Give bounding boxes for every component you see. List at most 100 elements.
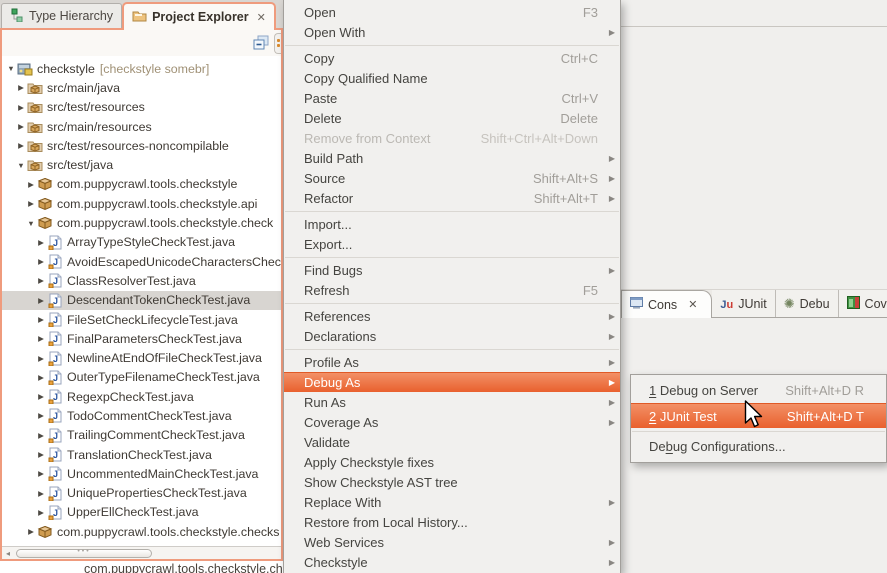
collapsed-arrow-icon[interactable]: ▶ xyxy=(35,469,47,478)
tree-row[interactable]: ▶JUniquePropertiesCheckTest.java xyxy=(2,484,281,503)
menu-item-label: Restore from Local History... xyxy=(304,515,468,530)
tree-row[interactable]: ▶JFinalParametersCheckTest.java xyxy=(2,329,281,348)
tree-row[interactable]: ▶src/main/resources xyxy=(2,117,281,136)
collapsed-arrow-icon[interactable]: ▶ xyxy=(15,122,27,131)
collapsed-arrow-icon[interactable]: ▶ xyxy=(35,373,47,382)
bottom-tab-debu[interactable]: ✺Debu xyxy=(776,290,839,317)
menu-item-refactor[interactable]: RefactorShift+Alt+T▶ xyxy=(284,188,620,208)
menu-item-paste[interactable]: PasteCtrl+V xyxy=(284,88,620,108)
collapsed-arrow-icon[interactable]: ▶ xyxy=(35,489,47,498)
menu-item-checkstyle[interactable]: Checkstyle▶ xyxy=(284,552,620,572)
collapsed-arrow-icon[interactable]: ▶ xyxy=(35,257,47,266)
tree-row[interactable]: ▼src/test/java xyxy=(2,155,281,174)
menu-item-profile-as[interactable]: Profile As▶ xyxy=(284,352,620,372)
menu-item-source[interactable]: SourceShift+Alt+S▶ xyxy=(284,168,620,188)
tree-row[interactable]: ▶JUpperEllCheckTest.java xyxy=(2,503,281,522)
tree-row[interactable]: ▶com.puppycrawl.tools.checkstyle.api xyxy=(2,194,281,213)
collapsed-arrow-icon[interactable]: ▶ xyxy=(35,411,47,420)
collapsed-arrow-icon[interactable]: ▶ xyxy=(35,354,47,363)
tree-row[interactable]: ▶JArrayTypeStyleCheckTest.java xyxy=(2,233,281,252)
tree-row[interactable]: ▼checkstyle[checkstyle somebr] xyxy=(2,59,281,78)
collapsed-arrow-icon[interactable]: ▶ xyxy=(35,392,47,401)
menu-item-remove-from-context[interactable]: Remove from ContextShift+Ctrl+Alt+Down xyxy=(284,128,620,148)
tree-row[interactable]: ▶JOuterTypeFilenameCheckTest.java xyxy=(2,368,281,387)
expanded-arrow-icon[interactable]: ▼ xyxy=(15,161,27,170)
collapsed-arrow-icon[interactable]: ▶ xyxy=(25,180,37,189)
tree-row[interactable]: ▶JTranslationCheckTest.java xyxy=(2,445,281,464)
tree-row[interactable]: ▶JAvoidEscapedUnicodeCharactersChec xyxy=(2,252,281,271)
tree-row[interactable]: ▶JUncommentedMainCheckTest.java xyxy=(2,464,281,483)
tree-row[interactable]: ▼com.puppycrawl.tools.checkstyle.check xyxy=(2,213,281,232)
collapsed-arrow-icon[interactable]: ▶ xyxy=(35,450,47,459)
source-folder-icon xyxy=(27,138,43,154)
bottom-tab-junit[interactable]: JuJUnit xyxy=(712,290,775,317)
scroll-left-arrow-icon[interactable]: ◂ xyxy=(2,549,14,558)
menu-item-replace-with[interactable]: Replace With▶ xyxy=(284,492,620,512)
tree-row[interactable]: ▶src/test/resources xyxy=(2,98,281,117)
menu-item-debug-as[interactable]: Debug As▶ xyxy=(284,372,620,392)
collapsed-arrow-icon[interactable]: ▶ xyxy=(25,527,37,536)
menu-item-references[interactable]: References▶ xyxy=(284,306,620,326)
view-menu-button[interactable] xyxy=(274,33,281,54)
collapsed-arrow-icon[interactable]: ▶ xyxy=(15,83,27,92)
close-icon[interactable]: ✕ xyxy=(688,298,697,311)
menu-item-debug-configurations[interactable]: Debug Configurations... xyxy=(631,434,886,459)
menu-item-coverage-as[interactable]: Coverage As▶ xyxy=(284,412,620,432)
expanded-arrow-icon[interactable]: ▼ xyxy=(25,219,37,228)
collapsed-arrow-icon[interactable]: ▶ xyxy=(35,238,47,247)
collapsed-arrow-icon[interactable]: ▶ xyxy=(15,103,27,112)
menu-item-1-debug-on-server[interactable]: 1 Debug on ServerShift+Alt+D R xyxy=(631,378,886,403)
menu-item-find-bugs[interactable]: Find Bugs▶ xyxy=(284,260,620,280)
menu-item-web-services[interactable]: Web Services▶ xyxy=(284,532,620,552)
collapsed-arrow-icon[interactable]: ▶ xyxy=(35,315,47,324)
collapsed-arrow-icon[interactable]: ▶ xyxy=(35,334,47,343)
bottom-tab-cons[interactable]: Cons✕ xyxy=(621,290,712,318)
bottom-tab-cover[interactable]: Cover xyxy=(839,290,887,317)
submenu-arrow-icon: ▶ xyxy=(607,194,617,203)
tree-row[interactable]: ▶JClassResolverTest.java xyxy=(2,271,281,290)
collapsed-arrow-icon[interactable]: ▶ xyxy=(35,431,47,440)
view-tab-type-hierarchy[interactable]: Type Hierarchy xyxy=(1,3,122,28)
tree-row[interactable]: ▶JFileSetCheckLifecycleTest.java xyxy=(2,310,281,329)
tree-row[interactable]: ▶JRegexpCheckTest.java xyxy=(2,387,281,406)
svg-text:J: J xyxy=(53,431,58,441)
tree-row[interactable]: ▶JNewlineAtEndOfFileCheckTest.java xyxy=(2,348,281,367)
menu-item-2-junit-test[interactable]: 2 JUnit TestShift+Alt+D T xyxy=(631,403,886,428)
menu-item-shortcut: Shift+Alt+S xyxy=(533,171,598,186)
tree-row[interactable]: ▶JTodoCommentCheckTest.java xyxy=(2,406,281,425)
tree-row[interactable]: ▶src/main/java xyxy=(2,78,281,97)
menu-item-delete[interactable]: DeleteDelete xyxy=(284,108,620,128)
close-icon[interactable]: ✕ xyxy=(257,11,266,24)
menu-item-copy-qualified-name[interactable]: Copy Qualified Name xyxy=(284,68,620,88)
menu-item-run-as[interactable]: Run As▶ xyxy=(284,392,620,412)
tree-row[interactable]: ▶com.puppycrawl.tools.checkstyle xyxy=(2,175,281,194)
collapsed-arrow-icon[interactable]: ▶ xyxy=(15,141,27,150)
menu-item-restore-from-local-history[interactable]: Restore from Local History... xyxy=(284,512,620,532)
menu-item-open-with[interactable]: Open With▶ xyxy=(284,22,620,42)
menu-item-declarations[interactable]: Declarations▶ xyxy=(284,326,620,346)
menu-item-import[interactable]: Import... xyxy=(284,214,620,234)
svg-text:J: J xyxy=(53,411,58,421)
collapse-all-button[interactable] xyxy=(251,34,271,53)
expanded-arrow-icon[interactable]: ▼ xyxy=(5,64,17,73)
menu-item-export[interactable]: Export... xyxy=(284,234,620,254)
tree-row[interactable]: ▶JTrailingCommentCheckTest.java xyxy=(2,426,281,445)
tree-row[interactable]: ▶com.puppycrawl.tools.checkstyle.checks xyxy=(2,522,281,541)
menu-item-refresh[interactable]: RefreshF5 xyxy=(284,280,620,300)
collapsed-arrow-icon[interactable]: ▶ xyxy=(35,296,47,305)
collapsed-arrow-icon[interactable]: ▶ xyxy=(25,199,37,208)
tree-row[interactable]: ▶JDescendantTokenCheckTest.java xyxy=(2,291,281,310)
scrollbar-thumb[interactable]: ••• xyxy=(16,549,152,558)
collapsed-arrow-icon[interactable]: ▶ xyxy=(35,276,47,285)
view-tab-project-explorer[interactable]: Project Explorer✕ xyxy=(122,2,276,30)
menu-item-open[interactable]: OpenF3 xyxy=(284,2,620,22)
menu-item-validate[interactable]: Validate xyxy=(284,432,620,452)
java-file-icon: J xyxy=(47,331,63,347)
tree-row[interactable]: ▶src/test/resources-noncompilable xyxy=(2,136,281,155)
menu-item-show-checkstyle-ast-tree[interactable]: Show Checkstyle AST tree xyxy=(284,472,620,492)
menu-item-build-path[interactable]: Build Path▶ xyxy=(284,148,620,168)
horizontal-scrollbar[interactable]: ◂ ••• xyxy=(2,546,281,559)
collapsed-arrow-icon[interactable]: ▶ xyxy=(35,508,47,517)
menu-item-copy[interactable]: CopyCtrl+C xyxy=(284,48,620,68)
menu-item-apply-checkstyle-fixes[interactable]: Apply Checkstyle fixes xyxy=(284,452,620,472)
